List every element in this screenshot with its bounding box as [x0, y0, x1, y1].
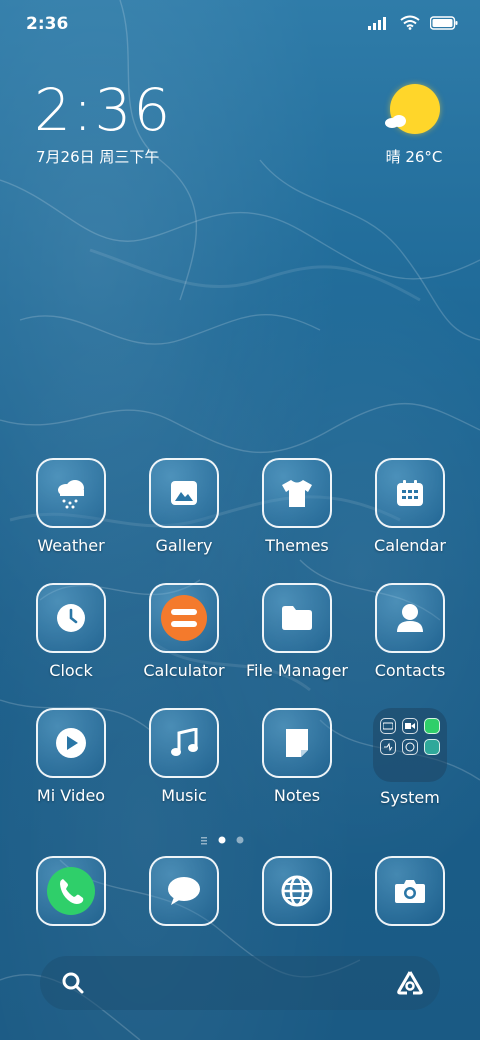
status-bar: 2:36 [0, 0, 480, 50]
app-label: Mi Video [36, 786, 106, 805]
cloud-icon [385, 115, 406, 128]
app-tile[interactable] [36, 856, 106, 926]
cloud-snow-icon [58, 480, 84, 509]
app-label: Calendar [374, 536, 446, 555]
app-folder-system[interactable]: System [355, 708, 465, 807]
app-file-manager[interactable]: File Manager [242, 583, 352, 680]
app-music[interactable]: Music [129, 708, 239, 805]
search-icon[interactable] [62, 972, 84, 994]
app-tile[interactable] [262, 856, 332, 926]
folder-group-icon[interactable] [373, 708, 447, 782]
dock-camera[interactable] [355, 856, 465, 926]
folder-icon [282, 606, 312, 630]
scanner-icon [380, 739, 396, 755]
music-note-icon [171, 728, 198, 756]
clock-widget-time[interactable]: 2:36 [34, 76, 172, 144]
play-icon [56, 728, 86, 758]
page-dots [201, 836, 244, 845]
app-calendar[interactable]: Calendar [355, 458, 465, 555]
app-gallery[interactable]: Gallery [129, 458, 239, 555]
app-label: Clock [49, 661, 93, 680]
battery-icon [430, 15, 458, 30]
app-label: Gallery [155, 536, 213, 555]
app-label: Calculator [143, 661, 225, 680]
status-time: 2:36 [26, 14, 69, 34]
app-tile[interactable] [149, 856, 219, 926]
image-icon [171, 481, 197, 505]
cleaner-icon [424, 739, 440, 755]
app-tile[interactable] [375, 458, 445, 528]
app-label: Music [161, 786, 207, 805]
app-weather[interactable]: Weather [16, 458, 126, 555]
app-contacts[interactable]: Contacts [355, 583, 465, 680]
app-label: File Manager [246, 661, 348, 680]
app-tile[interactable] [262, 458, 332, 528]
security-icon [424, 718, 440, 734]
app-label: Contacts [374, 661, 446, 680]
app-label: Notes [273, 786, 321, 805]
globe-icon [281, 875, 313, 907]
app-tile[interactable] [36, 708, 106, 778]
app-tile[interactable] [149, 708, 219, 778]
dock-messages[interactable] [129, 856, 239, 926]
app-tile[interactable] [149, 583, 219, 653]
search-bar[interactable] [40, 956, 440, 1010]
app-clock[interactable]: Clock [16, 583, 126, 680]
dock-phone[interactable] [16, 856, 126, 926]
mi-icon [380, 718, 396, 734]
phone-icon [47, 867, 95, 915]
signal-icon [368, 16, 386, 30]
page-indicator[interactable] [0, 830, 480, 845]
app-notes[interactable]: Notes [242, 708, 352, 805]
person-icon [397, 604, 423, 632]
app-tile[interactable] [262, 583, 332, 653]
app-label: Weather [37, 536, 105, 555]
app-label: System [380, 788, 440, 807]
app-label: Themes [265, 536, 329, 555]
weather-text: 晴 26°C [385, 148, 443, 166]
equals-icon [161, 595, 207, 641]
app-tile[interactable] [375, 583, 445, 653]
assistant-icon[interactable] [396, 969, 424, 995]
clock-widget-date[interactable]: 7月26日 周三下午 [36, 146, 159, 167]
app-tile[interactable] [262, 708, 332, 778]
tshirt-icon [282, 480, 312, 507]
app-calculator[interactable]: Calculator [129, 583, 239, 680]
camera-icon [395, 880, 425, 903]
compass-icon [402, 739, 418, 755]
app-themes[interactable]: Themes [242, 458, 352, 555]
dock-browser[interactable] [242, 856, 352, 926]
app-mi-video[interactable]: Mi Video [16, 708, 126, 805]
record-icon [402, 718, 418, 734]
app-tile[interactable] [149, 458, 219, 528]
wifi-icon [400, 15, 420, 30]
clock-icon [57, 604, 85, 632]
chat-bubble-icon [168, 877, 200, 905]
app-tile[interactable] [375, 856, 445, 926]
note-icon [286, 729, 308, 757]
status-icons [368, 15, 458, 30]
app-tile[interactable] [36, 458, 106, 528]
calendar-icon [397, 480, 423, 506]
app-tile[interactable] [36, 583, 106, 653]
